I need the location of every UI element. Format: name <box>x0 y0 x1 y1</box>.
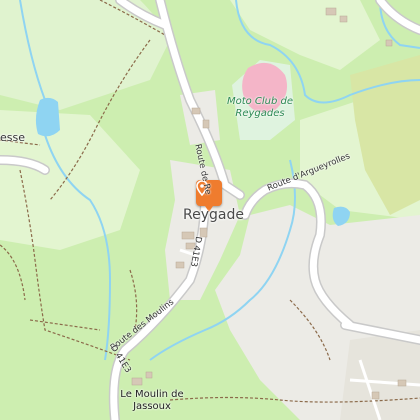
residential-area <box>340 330 420 420</box>
moto-club-label: Moto Club de Reygades <box>226 96 294 119</box>
place-label: Reygade <box>183 207 244 223</box>
hamlet-label: Le Moulin de Jassoux <box>120 389 184 412</box>
map-view[interactable]: Reygade Moto Club de Reygades Le Moulin … <box>0 0 420 420</box>
pond <box>35 97 60 137</box>
partial-place-label: esse <box>0 131 25 144</box>
